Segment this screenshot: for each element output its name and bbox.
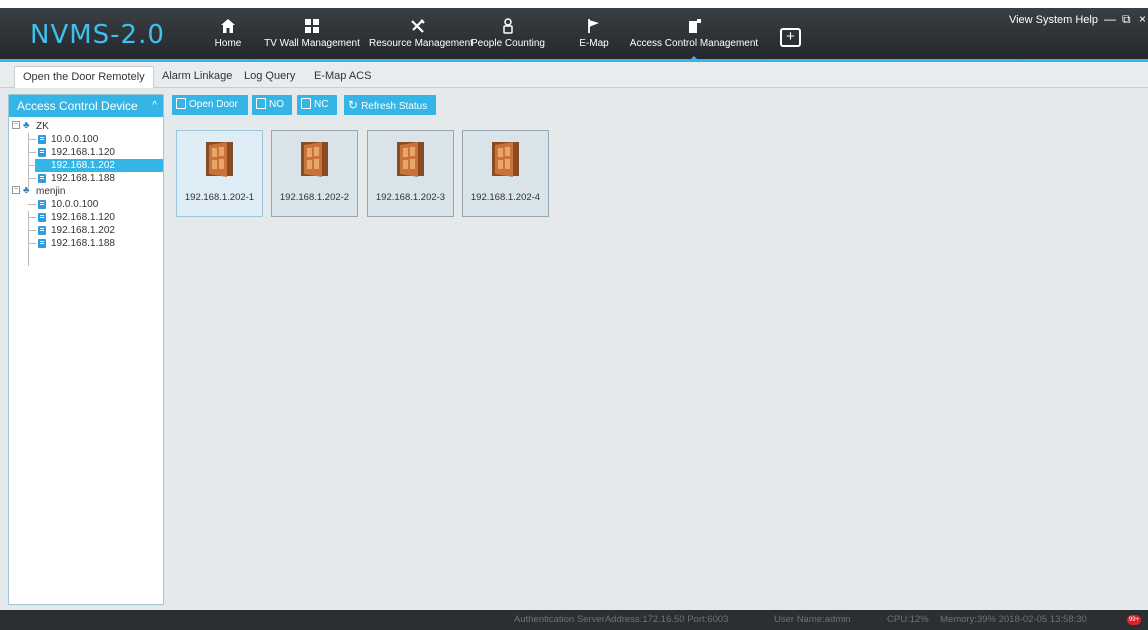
status-cpu: CPU:12% — [887, 614, 929, 625]
nav-people-counting[interactable]: People Counting — [468, 14, 548, 56]
tree-device[interactable]: 192.168.1.188 — [9, 237, 163, 250]
door-label: 192.168.1.202-2 — [279, 192, 350, 203]
tree-group-zk[interactable]: − ♣ ZK — [9, 120, 163, 133]
nav-home-label: Home — [214, 38, 242, 49]
tree-device[interactable]: 10.0.0.100 — [9, 198, 163, 211]
main-area: Access Control Device ^ − ♣ ZK 10.0.0.10… — [0, 88, 1148, 610]
status-user: User Name:admin — [774, 614, 851, 625]
nav-access-control[interactable]: Access Control Management — [624, 14, 764, 62]
add-tab-button[interactable]: + — [780, 28, 801, 47]
restore-button[interactable]: ⧉ — [1122, 12, 1131, 27]
notification-badge[interactable]: 99+ — [1127, 615, 1141, 625]
close-button[interactable]: × — [1139, 12, 1146, 26]
collapse-chevron-icon[interactable]: ^ — [152, 95, 157, 117]
door-icon — [176, 98, 186, 109]
nav-emap-label: E-Map — [579, 38, 609, 49]
tree-connector — [28, 133, 29, 188]
nav-people-counting-label: People Counting — [471, 38, 545, 49]
door-icon — [397, 142, 424, 177]
status-auth: Authentication ServerAddress:172.16.50 P… — [514, 614, 729, 625]
home-icon — [221, 19, 235, 33]
tree-device[interactable]: 192.168.1.120 — [9, 146, 163, 159]
device-panel-title: Access Control Device — [17, 99, 138, 113]
people-counting-icon — [503, 18, 513, 34]
nav-resource[interactable]: Resource Management — [369, 14, 473, 56]
door-label: 192.168.1.202-1 — [184, 192, 255, 203]
tools-icon — [411, 19, 425, 33]
collapse-icon[interactable]: − — [12, 186, 20, 194]
refresh-status-button[interactable]: ↻ Refresh Status — [344, 95, 436, 115]
device-icon — [38, 226, 46, 235]
nav-tv-wall[interactable]: TV Wall Management — [258, 14, 366, 56]
group-icon: ♣ — [23, 120, 30, 131]
tree-device[interactable]: 192.168.1.202 — [9, 224, 163, 237]
app-logo: NVMS-2.0 — [30, 20, 165, 50]
refresh-icon: ↻ — [348, 98, 359, 112]
top-bar: NVMS-2.0 Home TV Wall Management Resourc… — [0, 0, 1148, 62]
tab-alarm-linkage[interactable]: Alarm Linkage — [154, 66, 240, 88]
device-icon — [38, 239, 46, 248]
nav-access-control-label: Access Control Management — [629, 38, 759, 49]
device-panel-header[interactable]: Access Control Device ^ — [9, 95, 163, 117]
flag-icon — [588, 19, 599, 33]
tree-device[interactable]: 10.0.0.100 — [9, 133, 163, 146]
status-memory: Memory:39% 2018-02-05 13:58:30 — [940, 614, 1087, 625]
tab-open-door-remotely[interactable]: Open the Door Remotely — [14, 66, 154, 88]
device-icon — [38, 174, 46, 183]
collapse-icon[interactable]: − — [12, 121, 20, 129]
tree-device-selected[interactable]: 192.168.1.202 — [9, 159, 163, 172]
minimize-button[interactable]: — — [1104, 12, 1116, 26]
device-icon — [38, 200, 46, 209]
door-open-icon — [256, 98, 266, 109]
door-closed-icon — [301, 98, 311, 109]
device-tree: − ♣ ZK 10.0.0.100 192.168.1.120 192.168.… — [9, 117, 163, 266]
tree-group-menjin[interactable]: − ♣ menjin — [9, 185, 163, 198]
nav-tv-wall-label: TV Wall Management — [264, 38, 360, 49]
access-door-icon — [689, 19, 701, 33]
normally-closed-button[interactable]: NC — [297, 95, 337, 115]
tree-device[interactable]: 192.168.1.120 — [9, 211, 163, 224]
door-tile[interactable]: 192.168.1.202-3 — [367, 130, 454, 217]
normally-open-button[interactable]: NO — [252, 95, 292, 115]
door-label: 192.168.1.202-4 — [470, 192, 541, 203]
nav-resource-label: Resource Management — [369, 38, 473, 49]
nav-emap[interactable]: E-Map — [578, 14, 610, 56]
door-tile[interactable]: 192.168.1.202-1 — [176, 130, 263, 217]
grid-icon — [305, 19, 319, 33]
tab-strip: Open the Door Remotely Alarm Linkage Log… — [0, 62, 1148, 88]
door-icon — [206, 142, 233, 177]
open-door-button[interactable]: Open Door — [172, 95, 248, 115]
tree-connector — [28, 211, 29, 266]
device-icon — [38, 135, 46, 144]
tab-log-query[interactable]: Log Query — [236, 66, 303, 88]
device-icon — [38, 213, 46, 222]
device-icon — [38, 148, 46, 157]
door-icon — [301, 142, 328, 177]
door-tile[interactable]: 192.168.1.202-4 — [462, 130, 549, 217]
door-icon — [492, 142, 519, 177]
system-menu[interactable]: View System Help — [1009, 14, 1098, 26]
nav-home[interactable]: Home — [214, 14, 242, 56]
tree-device[interactable]: 192.168.1.188 — [9, 172, 163, 185]
door-label: 192.168.1.202-3 — [375, 192, 446, 203]
door-tile[interactable]: 192.168.1.202-2 — [271, 130, 358, 217]
tab-emap-acs[interactable]: E-Map ACS — [306, 66, 379, 88]
status-bar: Authentication ServerAddress:172.16.50 P… — [0, 610, 1148, 630]
device-panel: Access Control Device ^ − ♣ ZK 10.0.0.10… — [8, 94, 164, 605]
